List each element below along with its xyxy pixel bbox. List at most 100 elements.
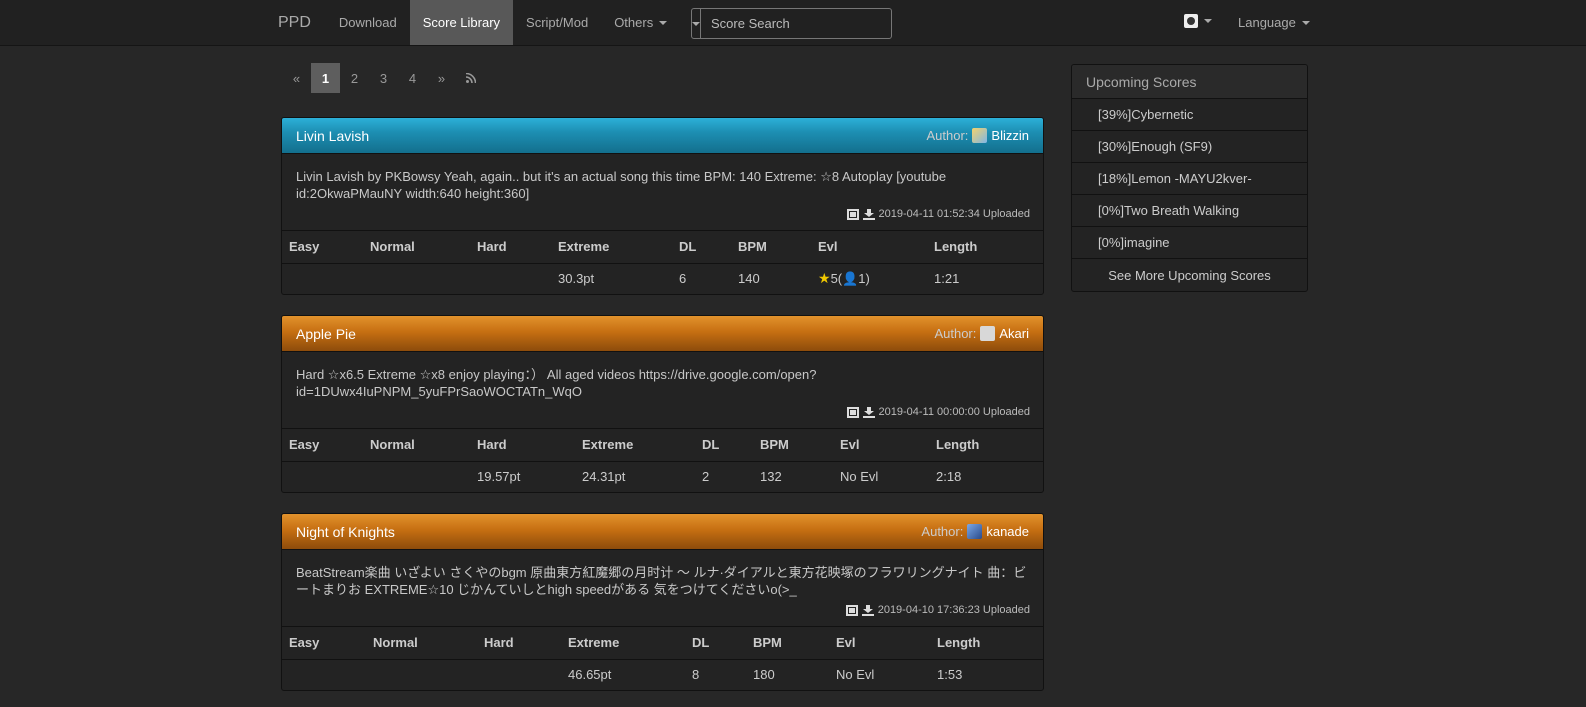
video-icon[interactable] xyxy=(845,604,858,616)
col-dl: DL xyxy=(672,231,731,264)
cell-evl: No Evl xyxy=(840,469,879,485)
cell-bpm: 140 xyxy=(738,271,760,287)
score-card: Apple Pie Author: Akari Hard ☆x6.5 Extre… xyxy=(281,315,1044,493)
col-bpm: BPM xyxy=(746,627,829,660)
upcoming-item[interactable]: [0%]Two Breath Walking xyxy=(1072,195,1307,227)
score-title[interactable]: Night of Knights xyxy=(296,524,395,540)
page-next[interactable]: » xyxy=(427,63,456,93)
score-description: Livin Lavish by PKBowsy Yeah, again.. bu… xyxy=(296,169,947,201)
cell-normal xyxy=(366,659,477,690)
author-avatar-icon xyxy=(967,524,983,539)
score-card-header: Livin Lavish Author: Blizzin xyxy=(282,118,1043,153)
cell-length: 2:18 xyxy=(936,469,962,485)
chevron-down-icon xyxy=(1204,19,1212,23)
page-1[interactable]: 1 xyxy=(311,63,340,93)
score-meta: 2019-04-11 00:00:00 Uploaded xyxy=(846,406,1030,418)
author-name[interactable]: kanade xyxy=(986,524,1029,539)
page-2[interactable]: 2 xyxy=(340,63,369,93)
col-hard: Hard xyxy=(470,429,575,462)
video-icon[interactable] xyxy=(846,406,859,418)
score-title[interactable]: Livin Lavish xyxy=(296,128,369,144)
cell-extreme: 46.65pt xyxy=(568,667,612,683)
cell-length: 1:21 xyxy=(934,271,960,287)
page-3[interactable]: 3 xyxy=(369,63,398,93)
score-author: Author: Blizzin xyxy=(927,128,1029,143)
see-more-upcoming-link[interactable]: See More Upcoming Scores xyxy=(1072,259,1307,291)
col-dl: DL xyxy=(695,429,753,462)
language-dropdown[interactable]: Language xyxy=(1238,0,1310,45)
score-stats-table: Easy Normal Hard Extreme DL BPM Evl Leng… xyxy=(282,429,1043,492)
score-card-body: Livin Lavish by PKBowsy Yeah, again.. bu… xyxy=(282,153,1043,231)
author-name[interactable]: Blizzin xyxy=(991,128,1029,143)
table-row: 30.3pt 6 140 ★5(👤1) 1:21 xyxy=(282,263,1043,294)
col-easy: Easy xyxy=(282,627,366,660)
nav-others-dropdown[interactable]: Others xyxy=(601,0,680,45)
cell-dl: 2 xyxy=(702,469,710,485)
cell-length: 1:53 xyxy=(937,667,963,683)
score-stats-table: Easy Normal Hard Extreme DL BPM Evl Leng… xyxy=(282,231,1043,294)
table-row: 46.65pt 8 180 No Evl 1:53 xyxy=(282,659,1043,690)
page-4[interactable]: 4 xyxy=(398,63,427,93)
cell-normal xyxy=(363,461,470,492)
author-name[interactable]: Akari xyxy=(999,326,1029,341)
brand-logo[interactable]: PPD xyxy=(263,0,326,45)
upload-timestamp: 2019-04-11 00:00:00 Uploaded xyxy=(878,406,1030,418)
pagination: « 1 2 3 4 » xyxy=(282,63,485,93)
download-icon[interactable] xyxy=(861,604,874,616)
search-type-dropdown[interactable] xyxy=(692,9,701,38)
upload-timestamp: 2019-04-10 17:36:23 Uploaded xyxy=(877,604,1030,616)
upcoming-item[interactable]: [0%]imagine xyxy=(1072,227,1307,259)
score-card-header: Apple Pie Author: Akari xyxy=(282,316,1043,351)
search-input[interactable] xyxy=(701,9,891,38)
col-extreme: Extreme xyxy=(561,627,685,660)
search-bar xyxy=(691,8,892,39)
cell-dl: 8 xyxy=(692,667,700,683)
upload-timestamp: 2019-04-11 01:52:34 Uploaded xyxy=(878,208,1030,220)
avatar-icon xyxy=(1184,14,1198,28)
upcoming-item[interactable]: [18%]Lemon -MAYU2kver- xyxy=(1072,163,1307,195)
cell-easy xyxy=(282,659,366,690)
cell-easy xyxy=(282,461,363,492)
table-row: 19.57pt 24.31pt 2 132 No Evl 2:18 xyxy=(282,461,1043,492)
score-author: Author: kanade xyxy=(921,524,1029,539)
nav-score-library[interactable]: Score Library xyxy=(409,0,514,45)
col-length: Length xyxy=(927,231,1043,264)
cell-extreme: 24.31pt xyxy=(582,469,626,485)
author-label: Author: xyxy=(934,326,977,341)
upcoming-item[interactable]: [30%]Enough (SF9) xyxy=(1072,131,1307,163)
nav-script-mod[interactable]: Script/Mod xyxy=(513,0,601,45)
cell-easy xyxy=(282,263,363,294)
table-header-row: Easy Normal Hard Extreme DL BPM Evl Leng… xyxy=(282,627,1043,660)
score-description: BeatStream楽曲 いざよい さくやのbgm 原曲東方紅魔郷の月时计 ～ … xyxy=(296,565,1027,597)
score-title[interactable]: Apple Pie xyxy=(296,326,356,342)
col-bpm: BPM xyxy=(753,429,833,462)
page-prev[interactable]: « xyxy=(282,63,311,93)
cell-hard: 19.57pt xyxy=(477,469,521,485)
language-label: Language xyxy=(1238,15,1296,30)
score-card: Livin Lavish Author: Blizzin Livin Lavis… xyxy=(281,117,1044,295)
top-navbar: PPD Download Score Library Script/Mod Ot… xyxy=(0,0,1586,46)
cell-dl: 6 xyxy=(679,271,687,287)
upcoming-item[interactable]: [39%]Cybernetic xyxy=(1072,99,1307,131)
score-card-header: Night of Knights Author: kanade xyxy=(282,514,1043,549)
video-icon[interactable] xyxy=(846,208,859,220)
cell-hard xyxy=(470,263,551,294)
score-card: Night of Knights Author: kanade BeatStre… xyxy=(281,513,1044,691)
user-menu[interactable] xyxy=(1184,14,1212,28)
score-card-body: Hard ☆x6.5 Extreme ☆x8 enjoy playing：） A… xyxy=(282,351,1043,429)
nav-download[interactable]: Download xyxy=(326,0,410,45)
col-evl: Evl xyxy=(811,231,927,264)
download-icon[interactable] xyxy=(862,406,875,418)
col-hard: Hard xyxy=(470,231,551,264)
chevron-down-icon xyxy=(659,20,668,25)
score-meta: 2019-04-10 17:36:23 Uploaded xyxy=(845,604,1030,616)
chevron-down-icon xyxy=(1301,20,1310,25)
score-meta: 2019-04-11 01:52:34 Uploaded xyxy=(846,208,1030,220)
star-icon: ★ xyxy=(818,270,831,287)
score-author: Author: Akari xyxy=(934,326,1029,341)
col-normal: Normal xyxy=(363,429,470,462)
download-icon[interactable] xyxy=(862,208,875,220)
upcoming-scores-panel: Upcoming Scores [39%]Cybernetic [30%]Eno… xyxy=(1071,64,1308,292)
col-easy: Easy xyxy=(282,231,363,264)
rss-feed-button[interactable] xyxy=(456,63,485,93)
